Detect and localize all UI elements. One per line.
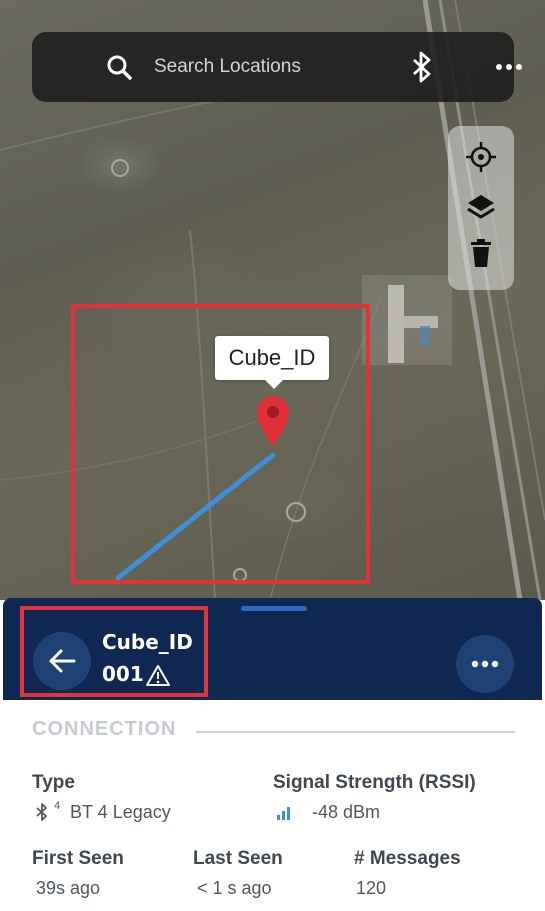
device-more-button[interactable] [456, 635, 514, 693]
last-seen-value: < 1 s ago [197, 878, 272, 898]
type-label: Type [32, 772, 75, 793]
bluetooth-icon[interactable] [410, 50, 434, 84]
last-seen-label: Last Seen [193, 848, 283, 869]
messages-value: 120 [356, 878, 387, 898]
signal-strength-value: -48 dBm [312, 802, 381, 822]
signal-bars-icon [277, 807, 290, 820]
drag-handle[interactable] [241, 606, 307, 611]
search-bar[interactable]: Search Locations [32, 32, 522, 102]
trash-icon[interactable] [466, 238, 496, 268]
type-value: BT 4 Legacy [70, 802, 171, 822]
layers-icon[interactable] [466, 192, 496, 222]
section-title-connection: CONNECTION [32, 718, 177, 740]
bluetooth-version-sup: 4 [54, 800, 61, 812]
device-id: 001 [102, 662, 144, 686]
section-divider [196, 731, 515, 733]
pin-callout-label: Cube_ID [228, 345, 316, 370]
arrow-left-icon [49, 649, 76, 673]
back-button[interactable] [33, 632, 91, 690]
search-input[interactable]: Search Locations [154, 32, 301, 102]
more-options-icon[interactable] [494, 56, 524, 78]
search-icon [107, 55, 132, 80]
pin-callout[interactable]: Cube_ID [215, 336, 329, 389]
first-seen-label: First Seen [32, 848, 124, 869]
device-name: Cube_ID [102, 630, 193, 654]
map-tools-panel [448, 126, 514, 290]
bluetooth-icon [36, 803, 47, 821]
more-options-icon [471, 660, 499, 668]
first-seen-value: 39s ago [36, 878, 101, 898]
warning-icon [146, 665, 170, 686]
location-pin-icon[interactable] [255, 394, 291, 448]
signal-strength-label: Signal Strength (RSSI) [273, 772, 476, 793]
messages-label: # Messages [354, 848, 461, 869]
crosshair-icon[interactable] [466, 142, 496, 172]
map-view[interactable]: Cube_ID Search Locations [0, 0, 545, 600]
